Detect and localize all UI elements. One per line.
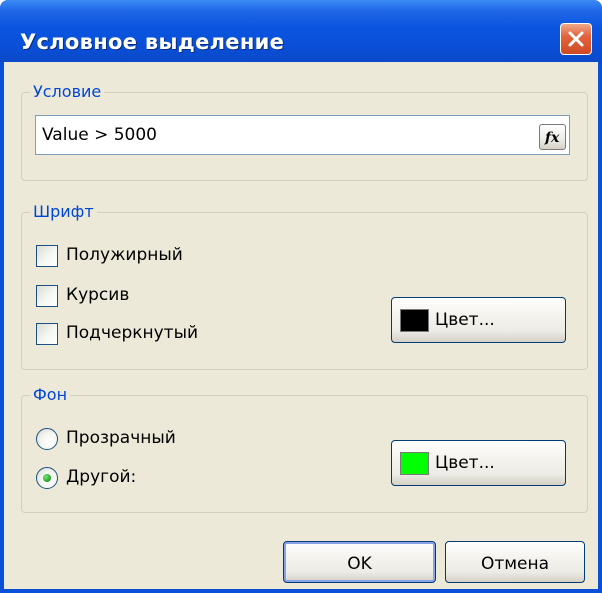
fx-icon: fx bbox=[544, 130, 560, 146]
underline-label: Подчеркнутый bbox=[66, 323, 199, 343]
close-icon bbox=[568, 31, 584, 47]
condition-group-label: Условие bbox=[30, 82, 105, 102]
condition-expression-value: Value > 5000 bbox=[42, 125, 157, 145]
condition-expression-input[interactable]: Value > 5000 bbox=[35, 115, 570, 155]
ok-button[interactable]: OK bbox=[283, 541, 436, 583]
font-color-button-label: Цвет... bbox=[435, 310, 495, 330]
cancel-button-label: Отмена bbox=[480, 554, 550, 574]
underline-checkbox[interactable] bbox=[36, 323, 58, 345]
expression-editor-button[interactable]: fx bbox=[539, 124, 566, 150]
cancel-button[interactable]: Отмена bbox=[445, 541, 585, 583]
other-label: Другой: bbox=[66, 467, 137, 487]
bold-label: Полужирный bbox=[66, 245, 183, 265]
dialog-title: Условное выделение bbox=[20, 30, 285, 54]
font-color-button[interactable]: Цвет... bbox=[391, 297, 566, 343]
ok-button-label: OK bbox=[347, 554, 372, 574]
background-color-swatch bbox=[400, 452, 429, 475]
background-color-button-label: Цвет... bbox=[435, 453, 495, 473]
dialog-window: Условное выделение Условие Value > 5000 … bbox=[0, 0, 602, 593]
italic-checkbox[interactable] bbox=[36, 285, 58, 307]
transparent-label: Прозрачный bbox=[66, 428, 176, 448]
title-bar[interactable]: Условное выделение bbox=[0, 0, 602, 62]
bold-checkbox[interactable] bbox=[36, 245, 58, 267]
font-color-swatch bbox=[400, 309, 429, 332]
close-button[interactable] bbox=[560, 23, 592, 55]
transparent-radio[interactable] bbox=[36, 428, 58, 450]
other-radio[interactable] bbox=[36, 467, 58, 489]
italic-label: Курсив bbox=[66, 285, 130, 305]
font-group-label: Шрифт bbox=[30, 202, 97, 222]
selected-dot bbox=[43, 474, 51, 482]
svg-text:fx: fx bbox=[544, 130, 560, 146]
background-color-button[interactable]: Цвет... bbox=[391, 440, 566, 486]
background-group-label: Фон bbox=[30, 385, 71, 405]
